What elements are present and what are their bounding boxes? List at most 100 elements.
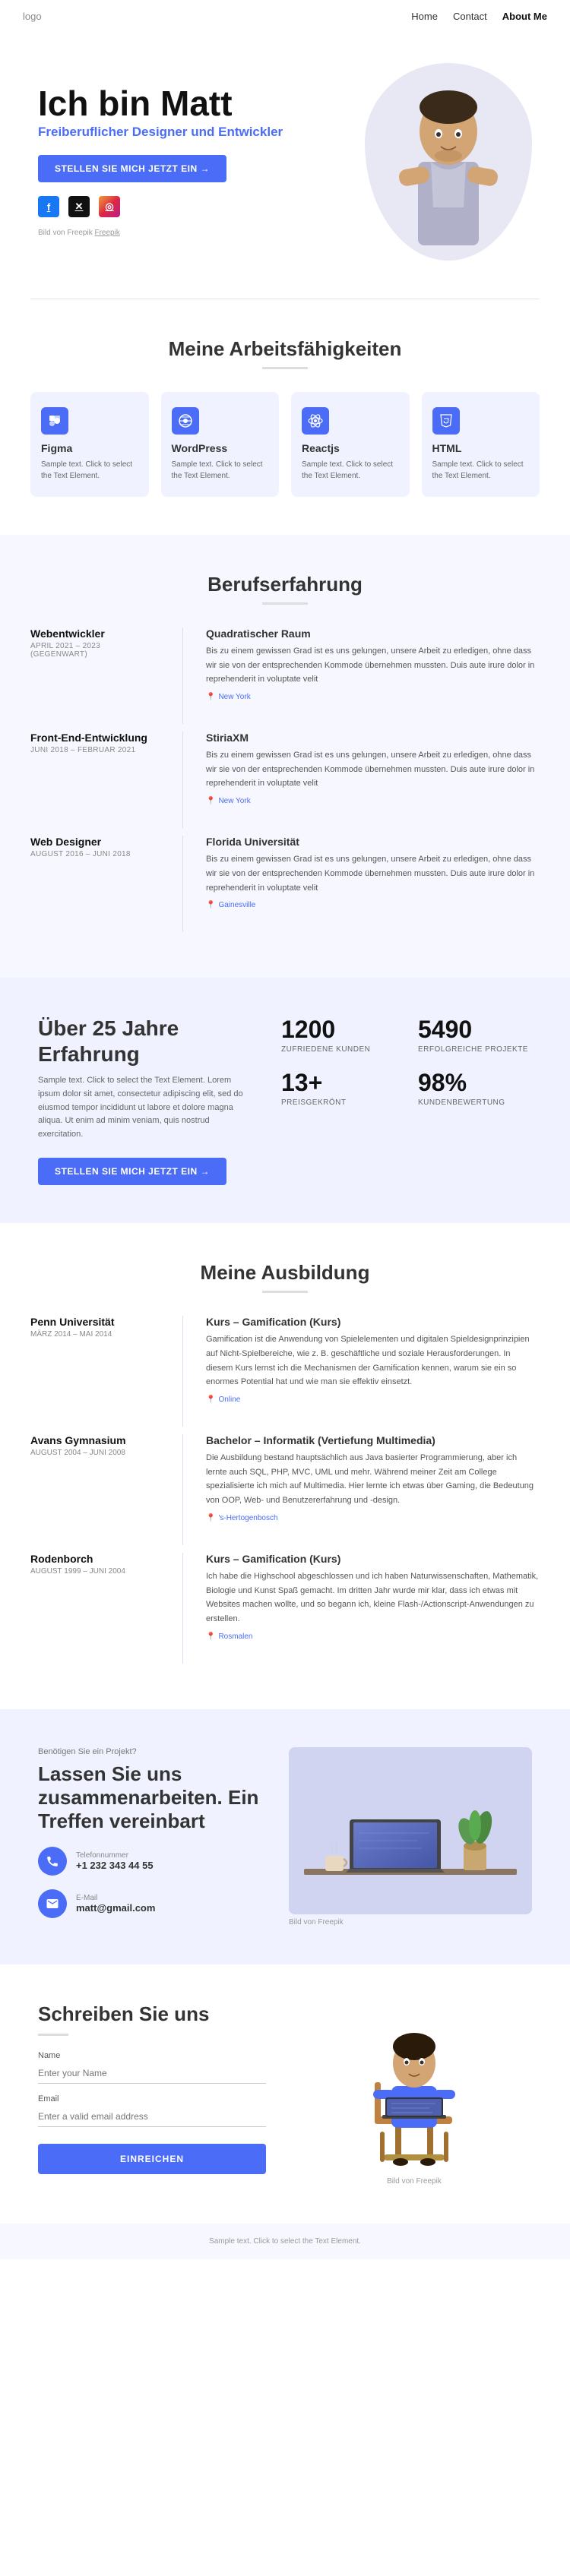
footer: Sample text. Click to select the Text El… (0, 2224, 570, 2259)
edu-location-pin-0: 📍 (206, 1395, 215, 1404)
exp-left-1: Front-End-Entwicklung JUNI 2018 – FEBRUA… (30, 732, 182, 828)
stat-item-3: 98% KUNDENBEWERTUNG (418, 1069, 532, 1107)
nav-links: Home Contact About Me (411, 11, 547, 22)
twitter-icon[interactable]: ✕ (68, 196, 90, 217)
stats-cta-button[interactable]: STELLEN SIE MICH JETZT EIN → (38, 1158, 226, 1185)
stat-label-2: PREISGEKRÖNT (281, 1098, 395, 1107)
edu-desc-0: Gamification ist die Anwendung von Spiel… (206, 1332, 540, 1389)
stat-label-1: ERFOLGREICHE PROJEKTE (418, 1045, 532, 1054)
nav-about[interactable]: About Me (502, 11, 547, 22)
edu-right-1: Bachelor – Informatik (Vertiefung Multim… (182, 1434, 540, 1545)
hero-image (365, 63, 532, 261)
hero-section: Ich bin Matt Freiberuflicher Designer un… (0, 33, 570, 299)
edu-desc-2: Ich habe die Highschool abgeschlossen un… (206, 1569, 540, 1626)
skill-desc-html: Sample text. Click to select the Text El… (432, 459, 530, 482)
exp-date-1: JUNI 2018 – FEBRUAR 2021 (30, 746, 160, 754)
skill-name-wordpress: WordPress (172, 442, 269, 454)
form-left: Schreiben Sie uns Name Email EINREICHEN (38, 2002, 266, 2174)
stats-section: Über 25 Jahre Erfahrung Sample text. Cli… (0, 978, 570, 1223)
location-pin-icon-2: 📍 (206, 901, 215, 909)
experience-divider (262, 602, 308, 605)
hero-freepik-credit: Bild von Freepik Freepik (38, 229, 120, 237)
skill-name-figma: Figma (41, 442, 138, 454)
stat-label-0: ZUFRIEDENE KUNDEN (281, 1045, 395, 1054)
stat-value-3: 98% (418, 1069, 532, 1097)
location-pin-icon-0: 📍 (206, 693, 215, 701)
form-submit-button[interactable]: EINREICHEN (38, 2144, 266, 2174)
experience-item-1: Front-End-Entwicklung JUNI 2018 – FEBRUA… (30, 732, 540, 828)
form-name-input[interactable] (38, 2063, 266, 2084)
email-icon (38, 1889, 67, 1918)
form-right: Bild von Freepik (296, 2002, 532, 2186)
wordpress-icon (172, 407, 199, 435)
exp-right-0: Quadratischer Raum Bis zu einem gewissen… (182, 627, 540, 724)
stats-right: 1200 ZUFRIEDENE KUNDEN 5490 ERFOLGREICHE… (281, 1016, 532, 1107)
edu-item-2: Rodenborch AUGUST 1999 – JUNI 2004 Kurs … (30, 1553, 540, 1664)
edu-location-2: 📍 Rosmalen (206, 1633, 540, 1641)
skills-grid: Figma Sample text. Click to select the T… (30, 392, 540, 497)
social-icons: f ✕ ◎ (38, 196, 283, 217)
experience-item-2: Web Designer AUGUST 2016 – JUNI 2018 Flo… (30, 836, 540, 932)
skill-card-reactjs: Reactjs Sample text. Click to select the… (291, 392, 410, 497)
exp-left-2: Web Designer AUGUST 2016 – JUNI 2018 (30, 836, 182, 932)
exp-date-2: AUGUST 2016 – JUNI 2018 (30, 850, 160, 858)
exp-role-0: Webentwickler (30, 627, 160, 640)
hero-subtitle: Freiberuflicher Designer und Entwickler (38, 125, 283, 140)
edu-date-2: AUGUST 1999 – JUNI 2004 (30, 1567, 160, 1576)
form-heading: Schreiben Sie uns (38, 2002, 266, 2026)
nav-home[interactable]: Home (411, 11, 438, 22)
form-name-group: Name (38, 2051, 266, 2084)
stat-label-3: KUNDENBEWERTUNG (418, 1098, 532, 1107)
hero-text: Ich bin Matt Freiberuflicher Designer un… (38, 85, 283, 239)
exp-desc-1: Bis zu einem gewissen Grad ist es uns ge… (206, 748, 540, 791)
contact-banner-heading: Lassen Sie uns zusammenarbeiten. Ein Tre… (38, 1762, 266, 1834)
edu-course-1: Bachelor – Informatik (Vertiefung Multim… (206, 1434, 540, 1446)
hero-title: Ich bin Matt (38, 85, 283, 122)
form-freepik-credit: Bild von Freepik (353, 2177, 475, 2186)
stat-item-1: 5490 ERFOLGREICHE PROJEKTE (418, 1016, 532, 1054)
exp-date-0: APRIL 2021 – 2023 (GEGENWART) (30, 642, 160, 659)
exp-location-1: 📍 New York (206, 797, 540, 805)
edu-right-0: Kurs – Gamification (Kurs) Gamification … (182, 1316, 540, 1427)
edu-location-pin-1: 📍 (206, 1514, 215, 1522)
edu-item-1: Avans Gymnasium AUGUST 2004 – JUNI 2008 … (30, 1434, 540, 1545)
exp-company-1: StiriaXM (206, 732, 540, 744)
nav-contact[interactable]: Contact (453, 11, 487, 22)
email-value: matt@gmail.com (76, 1902, 155, 1914)
edu-location-1: 📍 's-Hertogenbosch (206, 1514, 540, 1522)
contact-banner-freepik: Bild von Freepik (289, 1918, 532, 1926)
navbar: logo Home Contact About Me (0, 0, 570, 33)
form-email-input[interactable] (38, 2107, 266, 2127)
html-icon (432, 407, 460, 435)
footer-text: Sample text. Click to select the Text El… (30, 2237, 540, 2246)
stat-item-0: 1200 ZUFRIEDENE KUNDEN (281, 1016, 395, 1054)
exp-role-2: Web Designer (30, 836, 160, 848)
contact-phone-text: Telefonnummer +1 232 343 44 55 (76, 1851, 154, 1871)
edu-course-2: Kurs – Gamification (Kurs) (206, 1553, 540, 1565)
edu-date-1: AUGUST 2004 – JUNI 2008 (30, 1449, 160, 1457)
stat-value-2: 13+ (281, 1069, 395, 1097)
edu-desc-1: Die Ausbildung bestand hauptsächlich aus… (206, 1451, 540, 1508)
location-pin-icon-1: 📍 (206, 797, 215, 805)
instagram-icon[interactable]: ◎ (99, 196, 120, 217)
stat-value-1: 5490 (418, 1016, 532, 1044)
skill-name-reactjs: Reactjs (302, 442, 399, 454)
stat-value-0: 1200 (281, 1016, 395, 1044)
edu-left-1: Avans Gymnasium AUGUST 2004 – JUNI 2008 (30, 1434, 182, 1545)
stats-left: Über 25 Jahre Erfahrung Sample text. Cli… (38, 1016, 251, 1185)
form-person-image: Bild von Freepik (353, 2002, 475, 2186)
edu-course-0: Kurs – Gamification (Kurs) (206, 1316, 540, 1328)
skills-section: Meine Arbeitsfähigkeiten Figma Sample te… (0, 299, 570, 535)
edu-left-2: Rodenborch AUGUST 1999 – JUNI 2004 (30, 1553, 182, 1664)
exp-left-0: Webentwickler APRIL 2021 – 2023 (GEGENWA… (30, 627, 182, 724)
skills-divider (262, 367, 308, 369)
exp-location-0: 📍 New York (206, 693, 540, 701)
facebook-icon[interactable]: f (38, 196, 59, 217)
nav-logo: logo (23, 11, 42, 22)
contact-email-detail: E-Mail matt@gmail.com (38, 1889, 266, 1918)
hero-cta-button[interactable]: STELLEN SIE MICH JETZT EIN → (38, 155, 226, 182)
contact-banner-section: Benötigen Sie ein Projekt? Lassen Sie un… (0, 1709, 570, 1964)
contact-banner-right: Bild von Freepik (289, 1747, 532, 1926)
phone-value: +1 232 343 44 55 (76, 1860, 154, 1871)
exp-desc-2: Bis zu einem gewissen Grad ist es uns ge… (206, 852, 540, 895)
